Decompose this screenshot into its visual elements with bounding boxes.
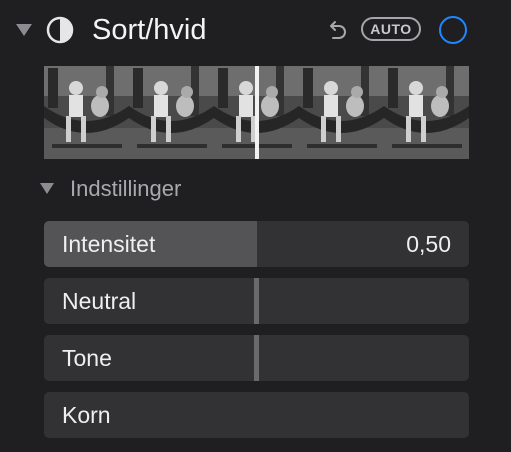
slider-label: Tone	[62, 345, 112, 371]
tone-slider[interactable]: Tone	[44, 335, 469, 381]
effect-toggle-button[interactable]	[439, 16, 467, 44]
auto-button[interactable]: AUTO	[361, 17, 421, 41]
slider-knob[interactable]	[254, 335, 259, 381]
slider-knob[interactable]	[254, 278, 259, 324]
intensity-slider[interactable]: Intensitet 0,50	[44, 221, 469, 267]
section-title: Sort/hvid	[92, 14, 207, 46]
slider-label: Neutral	[62, 288, 137, 314]
thumbnail-position-marker[interactable]	[255, 66, 259, 159]
settings-title[interactable]: Indstillinger	[70, 175, 181, 203]
grain-slider[interactable]: Korn	[44, 392, 469, 438]
slider-label: Korn	[62, 402, 111, 428]
neutral-slider[interactable]: Neutral	[44, 278, 469, 324]
undo-arrow-icon[interactable]	[324, 18, 350, 42]
disclosure-triangle-icon[interactable]	[16, 24, 32, 36]
section-header: Sort/hvid AUTO	[0, 0, 511, 60]
black-white-adjustment-panel: Sort/hvid AUTO Indstillinger Intensitet …	[0, 0, 511, 452]
thumbnail-strip[interactable]	[44, 66, 469, 159]
settings-disclosure-icon[interactable]	[40, 183, 54, 194]
black-white-half-circle-icon	[46, 16, 74, 44]
slider-label: Intensitet	[62, 231, 156, 257]
slider-value: 0,50	[406, 231, 451, 257]
